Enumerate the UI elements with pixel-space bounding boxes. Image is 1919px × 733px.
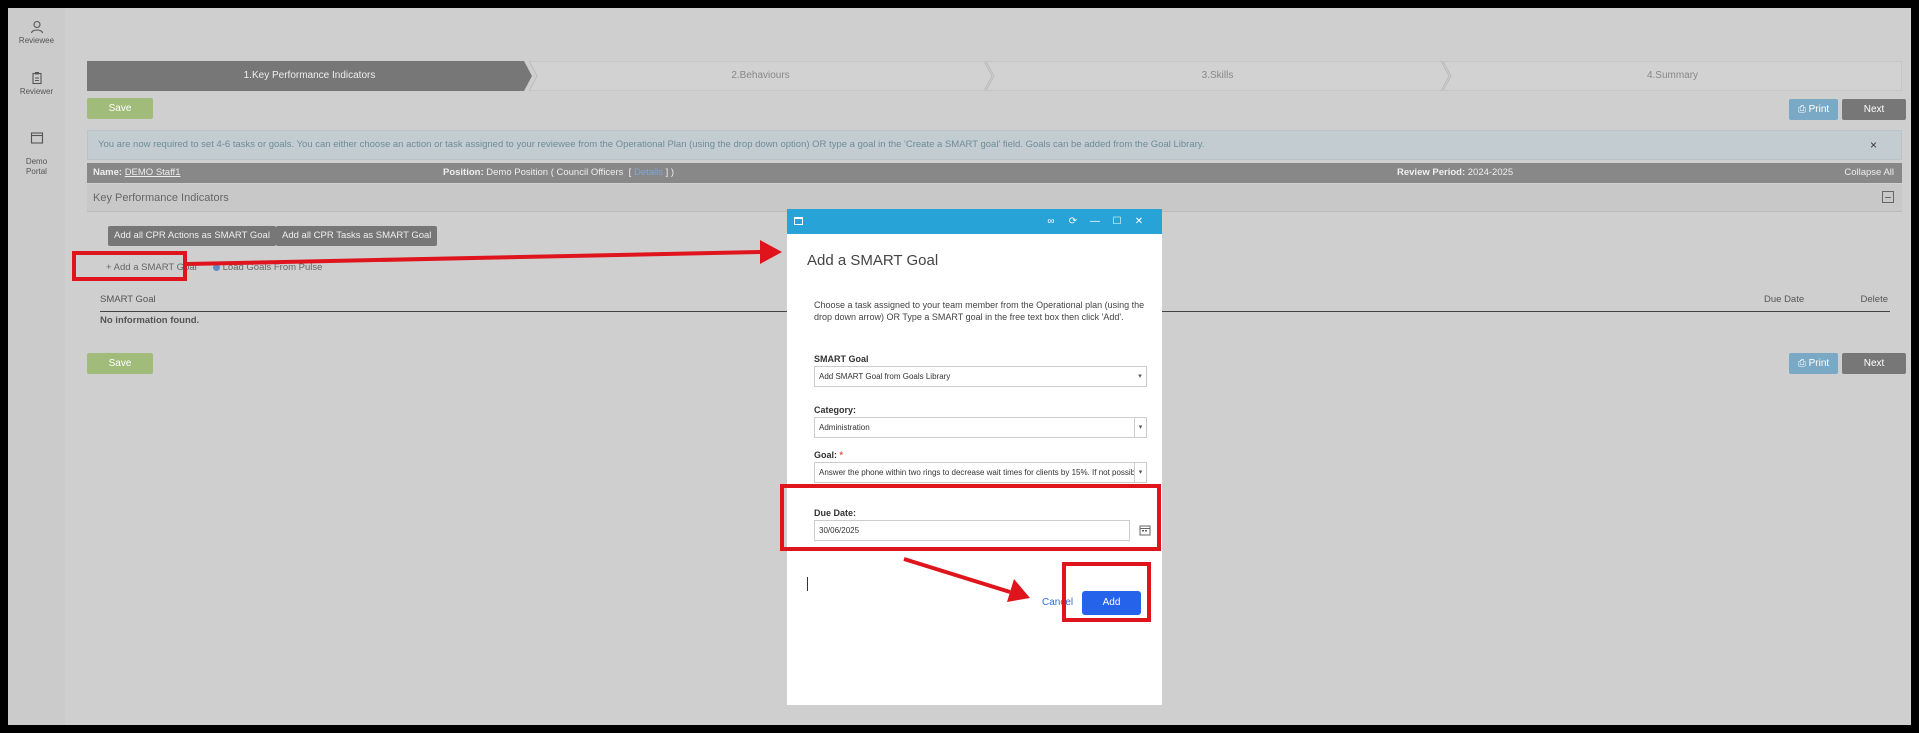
chevron-down-icon[interactable]: ▾ [1134, 463, 1146, 482]
wizard-steps: 1.Key Performance Indicators 2.Behaviour… [87, 61, 1902, 91]
screenshot-frame: Reviewee Reviewer Demo Portal 1.Key Perf… [8, 8, 1911, 725]
sidebar-item-demo-portal[interactable]: Demo Portal [8, 121, 65, 177]
next-button-top[interactable]: Next [1842, 99, 1906, 120]
sidebar-item-reviewee[interactable]: Reviewee [8, 20, 65, 45]
sidebar-item-label: Reviewer [19, 87, 54, 96]
close-icon[interactable]: × [1870, 131, 1877, 159]
position-label: Position: [443, 167, 484, 178]
name-field: Name: DEMO Staff1 [93, 163, 180, 183]
position-bracket: [ [628, 167, 632, 178]
close-icon[interactable]: ✕ [1128, 209, 1150, 234]
maximize-icon[interactable]: ☐ [1106, 209, 1128, 234]
load-goals-pulse-link[interactable]: Load Goals From Pulse [213, 262, 322, 273]
sidebar-item-reviewer[interactable]: Reviewer [8, 71, 65, 96]
highlight-due-date [780, 484, 1161, 551]
goal-label-text: Goal: [814, 450, 838, 460]
dialog-titlebar: ∞ ⟳ — ☐ ✕ [787, 209, 1162, 234]
category-label: Category: [814, 405, 857, 415]
step-summary[interactable]: 4.Summary [1443, 61, 1902, 91]
goal-combobox[interactable]: Answer the phone within two rings to dec… [814, 462, 1147, 483]
review-period-field: Review Period: 2024-2025 [1397, 163, 1513, 183]
collapse-all-link[interactable]: Collapse All [1844, 163, 1894, 183]
period-value: 2024-2025 [1467, 167, 1514, 178]
position-bracket: ] ) [665, 167, 675, 178]
info-banner: You are now required to set 4-6 tasks or… [87, 130, 1902, 160]
save-button-top[interactable]: Save [87, 98, 153, 119]
category-select[interactable]: Administration ▾ [814, 417, 1147, 438]
step-label: 2.Behaviours [731, 70, 790, 81]
sidebar-item-label: Reviewee [18, 36, 55, 45]
person-icon [30, 20, 43, 34]
smart-goal-select[interactable]: Add SMART Goal from Goals Library ▾ [814, 366, 1147, 387]
kpi-section-title: Key Performance Indicators [93, 192, 229, 204]
smart-goal-value: Add SMART Goal from Goals Library [819, 372, 951, 381]
name-link[interactable]: DEMO Staff1 [125, 167, 181, 178]
empty-table-message: No information found. [100, 315, 200, 326]
chevron-down-icon[interactable]: ▾ [1134, 418, 1146, 437]
position-details-link[interactable]: Details [634, 167, 663, 178]
column-due-date: Due Date [1764, 294, 1805, 305]
step-kpi[interactable]: 1.Key Performance Indicators [87, 61, 532, 91]
step-label: 3.Skills [1201, 70, 1234, 81]
dialog-window-controls: ∞ ⟳ — ☐ ✕ [1040, 209, 1150, 234]
minimize-icon[interactable]: — [1084, 209, 1106, 234]
highlight-add-smart-goal [72, 251, 187, 281]
window-icon [30, 132, 43, 144]
goal-value: Answer the phone within two rings to dec… [819, 468, 1142, 477]
name-label: Name: [93, 167, 123, 178]
step-label: 4.Summary [1646, 70, 1699, 81]
reviewee-details-bar: Name: DEMO Staff1 Position: Demo Positio… [87, 163, 1902, 183]
column-smart-goal: SMART Goal [100, 294, 156, 305]
step-behaviours[interactable]: 2.Behaviours [529, 61, 992, 91]
window-icon [794, 217, 803, 225]
required-marker: * [839, 450, 844, 460]
sidebar: Reviewee Reviewer Demo Portal [8, 8, 65, 725]
smart-goal-label: SMART Goal [814, 354, 869, 364]
print-button-bottom[interactable]: ⎙ Print [1789, 353, 1838, 374]
pulse-icon [213, 264, 220, 271]
chevron-down-icon[interactable]: ▾ [1134, 367, 1146, 386]
position-value: Demo Position ( Council Officers [486, 167, 624, 178]
kpi-section-header: Key Performance Indicators [87, 184, 1902, 212]
period-label: Review Period: [1397, 167, 1466, 178]
collapse-icon[interactable] [1882, 191, 1894, 203]
text-cursor [807, 577, 808, 591]
step-label: 1.Key Performance Indicators [243, 70, 376, 81]
dialog-title: Add a SMART Goal [807, 252, 939, 269]
link-icon[interactable]: ∞ [1040, 209, 1062, 234]
print-label: Print [1808, 104, 1830, 115]
add-cpr-tasks-button[interactable]: Add all CPR Tasks as SMART Goal [276, 226, 438, 246]
save-button-bottom[interactable]: Save [87, 353, 153, 374]
clipboard-icon [31, 72, 42, 85]
print-label: Print [1808, 358, 1830, 369]
position-field: Position: Demo Position ( Council Office… [443, 163, 674, 183]
print-button-top[interactable]: ⎙ Print [1789, 99, 1838, 120]
add-smart-goal-dialog: ∞ ⟳ — ☐ ✕ Add a SMART Goal Choose a task ass… [787, 209, 1162, 705]
category-value: Administration [819, 423, 870, 432]
step-skills[interactable]: 3.Skills [986, 61, 1449, 91]
highlight-add-button [1062, 562, 1151, 622]
info-text: You are now required to set 4-6 tasks or… [98, 139, 1205, 150]
goal-label: Goal: * [814, 450, 843, 460]
next-button-bottom[interactable]: Next [1842, 353, 1906, 374]
column-delete: Delete [1860, 294, 1888, 305]
dialog-description: Choose a task assigned to your team memb… [814, 300, 1145, 322]
load-pulse-label: Load Goals From Pulse [222, 262, 323, 273]
add-cpr-actions-button[interactable]: Add all CPR Actions as SMART Goal [108, 226, 276, 246]
refresh-icon[interactable]: ⟳ [1062, 209, 1084, 234]
sidebar-item-label: Demo Portal [25, 157, 48, 176]
